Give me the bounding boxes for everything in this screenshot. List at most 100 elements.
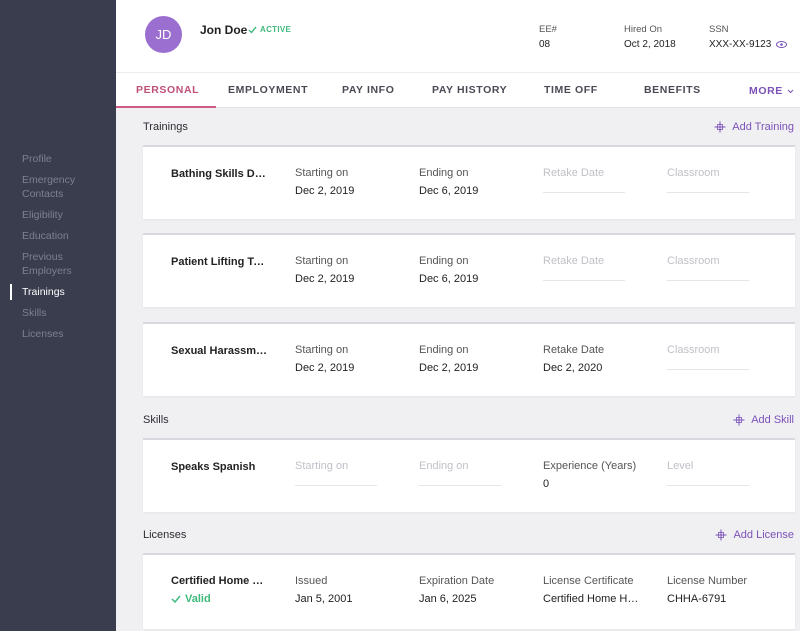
training-row[interactable]: Bathing Skills Demonstration Starting on… [143,145,795,219]
active-tab-indicator [116,106,216,108]
sidebar-item-licenses[interactable]: Licenses [0,327,116,341]
eye-icon[interactable] [776,41,788,48]
licenses-title: Licenses [143,529,187,541]
add-training-label: Add Training [732,121,794,133]
trainings-title: Trainings [143,121,188,133]
classroom-empty-line [667,192,749,193]
ssn-value: XXX-XX-9123 [709,39,772,50]
license-name: Certified Home Health Aide [171,575,269,587]
training-row[interactable]: Sexual Harassment Prevention Starting on… [143,322,795,396]
end-label: Ending on [419,167,469,179]
retake-label: Retake Date [543,255,605,267]
end-date: Dec 6, 2019 [419,185,479,197]
retake-date: Dec 2, 2020 [543,362,603,374]
sidebar: Profile Emergency Contacts Eligibility E… [0,0,116,631]
end-label: Ending on [419,460,469,472]
experience-value: 0 [543,478,550,490]
retake-empty-line [543,280,625,281]
end-label: Ending on [419,344,469,356]
license-number: CHHA-6791 [667,593,727,605]
plus-icon [733,414,745,426]
level-empty-line [667,485,749,486]
classroom-empty-line [667,369,749,370]
add-license-button[interactable]: Add License [715,529,794,541]
tab-pay-info[interactable]: PAY INFO [342,84,394,96]
sidebar-item-eligibility[interactable]: Eligibility [0,208,116,222]
hired-on: Hired On Oct 2, 2018 [624,24,676,50]
plus-icon [714,121,726,133]
main-content: JD Jon Doe ACTIVE EE# 08 Hired On Oct 2,… [116,0,800,631]
classroom-label: Classroom [667,344,720,356]
license-number-label: License Number [667,575,748,587]
classroom-label: Classroom [667,167,720,179]
add-license-label: Add License [733,529,794,541]
end-empty-line [419,485,501,486]
tab-employment[interactable]: EMPLOYMENT [228,84,308,96]
retake-label: Retake Date [543,167,605,179]
skill-row[interactable]: Speaks Spanish Starting on Ending on Exp… [143,438,795,512]
license-status: Valid [171,593,281,605]
tab-personal[interactable]: PERSONAL [136,84,199,96]
issued-label: Issued [295,575,328,587]
plus-icon [715,529,727,541]
certificate-label: License Certificate [543,575,634,587]
training-name: Patient Lifting Techniques [171,256,269,268]
add-skill-label: Add Skill [751,414,794,426]
expiration-date: Jan 6, 2025 [419,593,477,605]
retake-label: Retake Date [543,344,605,356]
hired-label: Hired On [624,24,663,35]
avatar[interactable]: JD [145,16,182,53]
employee-header: JD Jon Doe ACTIVE EE# 08 Hired On Oct 2,… [116,0,800,72]
check-icon [248,26,257,34]
end-date: Dec 6, 2019 [419,273,479,285]
tab-time-off[interactable]: TIME OFF [544,84,598,96]
start-label: Starting on [295,255,349,267]
tab-benefits[interactable]: BENEFITS [644,84,701,96]
ee-label: EE# [539,24,557,35]
end-date: Dec 2, 2019 [419,362,479,374]
sidebar-nav: Profile Emergency Contacts Eligibility E… [0,152,116,348]
sidebar-item-skills[interactable]: Skills [0,306,116,320]
skills-title: Skills [143,414,169,426]
classroom-label: Classroom [667,255,720,267]
sidebar-item-profile[interactable]: Profile [0,152,116,166]
retake-empty-line [543,192,625,193]
status-text: ACTIVE [260,25,292,34]
training-name: Bathing Skills Demonstration [171,168,269,180]
classroom-empty-line [667,280,749,281]
ssn: SSN XXX-XX-9123 [709,24,788,50]
tab-pay-history[interactable]: PAY HISTORY [432,84,507,96]
level-label: Level [667,460,694,472]
training-name: Sexual Harassment Prevention [171,345,269,357]
employee-name: Jon Doe [200,23,248,37]
tab-bar: PERSONAL EMPLOYMENT PAY INFO PAY HISTORY… [116,72,800,108]
start-label: Starting on [295,460,349,472]
sidebar-item-trainings[interactable]: Trainings [0,284,116,300]
chevron-down-icon [787,89,794,93]
ssn-value-row: XXX-XX-9123 [709,39,788,50]
ssn-label: SSN [709,24,729,35]
training-row[interactable]: Patient Lifting Techniques Starting on De… [143,233,795,307]
license-status-text: Valid [185,593,211,605]
sidebar-item-education[interactable]: Education [0,229,116,243]
issued-date: Jan 5, 2001 [295,593,353,605]
more-label: MORE [749,85,783,97]
start-label: Starting on [295,344,349,356]
tab-more[interactable]: MORE [749,85,794,97]
skill-name: Speaks Spanish [171,461,256,473]
sidebar-item-previous-employers[interactable]: Previous Employers [0,250,116,278]
ee-value: 08 [539,39,551,50]
status-badge: ACTIVE [248,25,291,34]
start-empty-line [295,485,377,486]
experience-label: Experience (Years) [543,460,637,472]
start-date: Dec 2, 2019 [295,185,355,197]
certificate-value[interactable]: Certified Home Health Aide [543,593,640,605]
sidebar-item-emergency-contacts[interactable]: Emergency Contacts [0,173,116,201]
add-skill-button[interactable]: Add Skill [733,414,794,426]
start-label: Starting on [295,167,349,179]
expiration-label: Expiration Date [419,575,495,587]
hired-value: Oct 2, 2018 [624,39,676,50]
ee-number: EE# 08 [539,24,557,50]
add-training-button[interactable]: Add Training [714,121,794,133]
license-row[interactable]: Certified Home Health Aide Valid Issued J… [143,553,795,629]
